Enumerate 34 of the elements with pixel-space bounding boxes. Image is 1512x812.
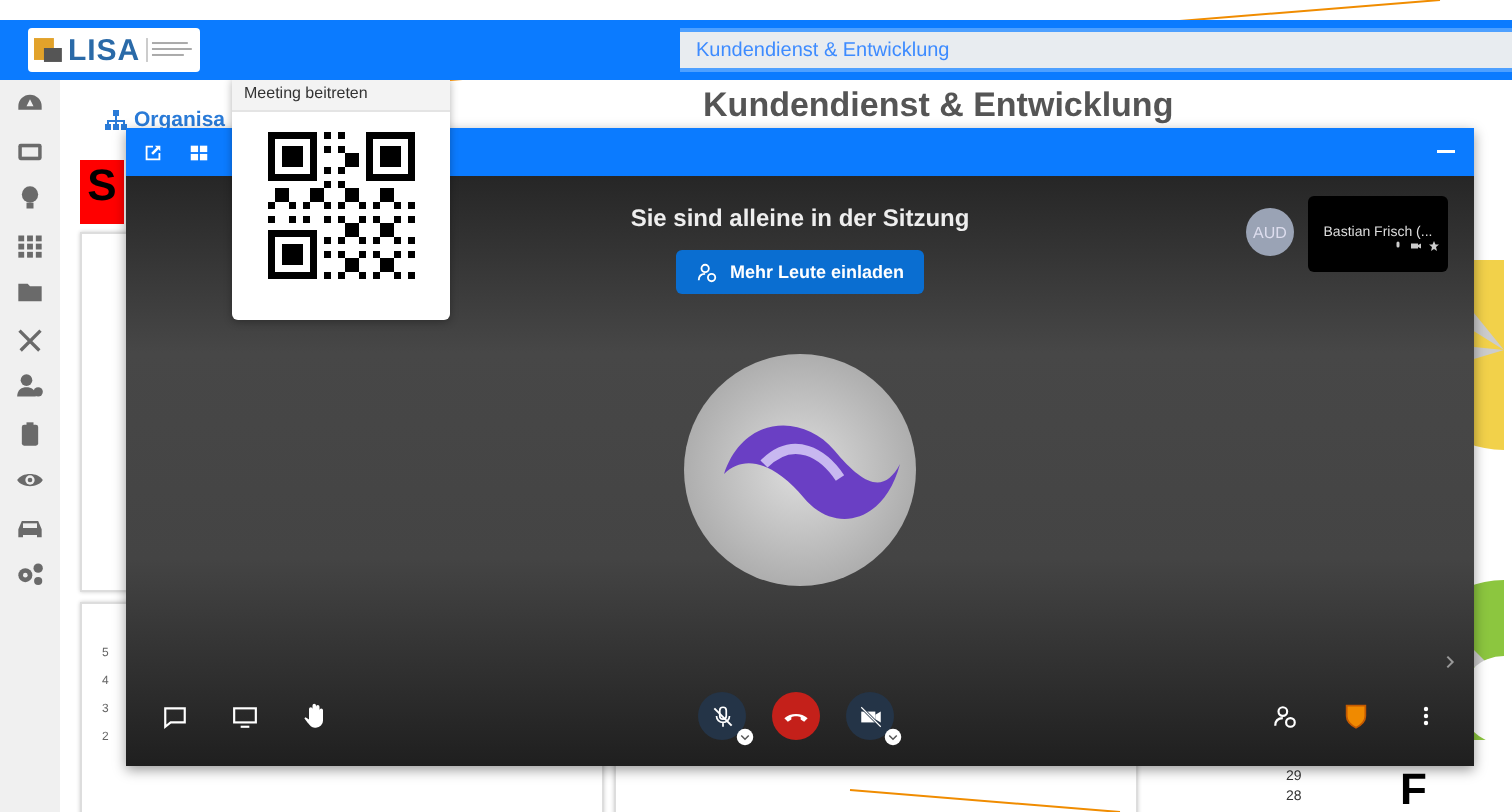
folder-icon[interactable] [16,278,44,306]
breadcrumb-field[interactable]: Kundendienst & Entwicklung [680,28,1512,72]
grid-icon[interactable] [188,141,210,163]
user-icon[interactable] [16,372,44,400]
shield-icon[interactable] [1342,702,1370,730]
clipboard-icon[interactable] [16,419,44,447]
organisation-link[interactable]: Organisa [134,108,226,132]
screen-share-icon[interactable] [232,703,258,729]
page-heading: Kundendienst & Entwicklung [703,88,1174,124]
lightbulb-icon[interactable] [16,184,44,212]
tools-icon[interactable] [16,325,44,353]
gears-icon[interactable] [16,560,44,588]
logo-subtitle-drawing [146,38,194,62]
camera-off-icon [857,703,883,729]
external-link-icon[interactable] [142,141,164,163]
chat-icon[interactable] [162,703,188,729]
camera-icon[interactable] [1410,239,1422,251]
add-user-icon[interactable] [1272,703,1298,729]
caret-icon[interactable] [884,728,902,746]
add-user-icon [695,261,718,283]
logo[interactable]: LISA [28,28,200,72]
logo-text: LISA [67,33,141,67]
logo-icon [34,36,62,64]
star-icon[interactable] [1428,239,1440,251]
status-tile: S [80,160,124,224]
hang-up-button[interactable] [772,692,820,740]
chevron-right-icon[interactable] [1442,654,1458,670]
org-chart-icon[interactable] [104,108,128,132]
grid-icon[interactable] [16,231,44,259]
invite-button[interactable]: Mehr Leute einladen [675,250,925,294]
mic-off-icon [709,703,735,729]
alone-notice: Sie sind alleine in der Sitzung [630,204,970,232]
big-letter: F [1400,768,1427,812]
caret-icon[interactable] [736,728,754,746]
